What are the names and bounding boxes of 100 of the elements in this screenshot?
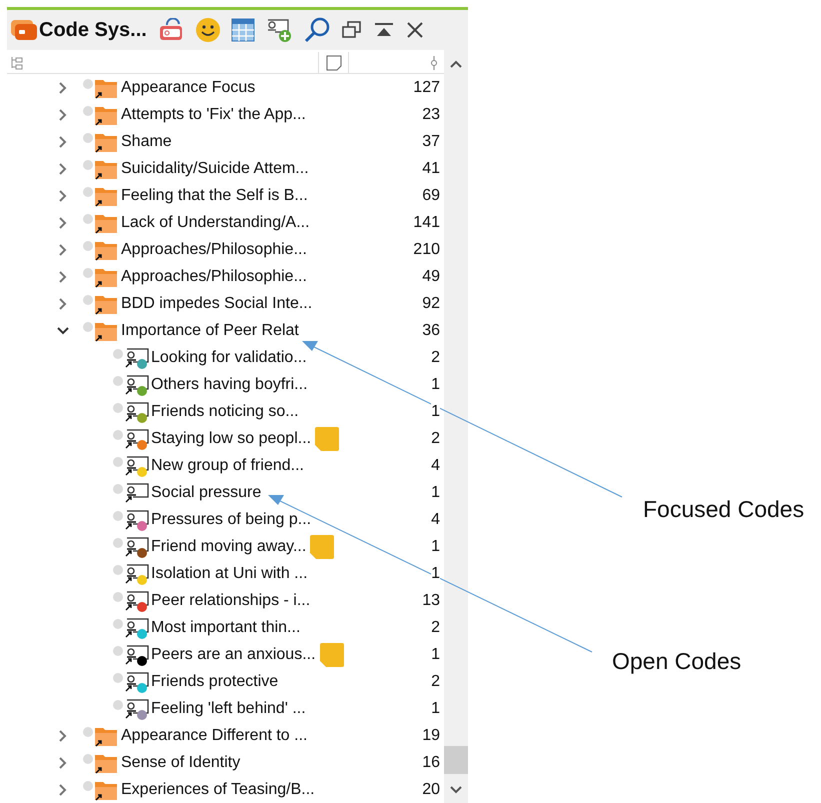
code-row[interactable]: Staying low so peopl... 2 (7, 425, 444, 452)
code-group-row[interactable]: Importance of Peer Relat 36 (7, 317, 444, 344)
code-name: Approaches/Philosophie... (121, 240, 307, 260)
code-count: 49 (422, 266, 440, 286)
code-name: Attempts to 'Fix' the App... (121, 104, 306, 124)
code-name: Peer relationships - i... (151, 590, 310, 610)
chevron-right-icon[interactable] (57, 82, 69, 94)
code-count: 37 (422, 132, 440, 152)
window-restore-icon[interactable] (340, 20, 363, 40)
code-name: Staying low so peopl... (151, 428, 312, 448)
code-group-row[interactable]: Lack of Understanding/A... 141 (7, 209, 444, 236)
code-icon (123, 616, 150, 640)
table-icon[interactable] (230, 18, 255, 42)
code-count: 20 (422, 780, 440, 800)
code-name: Friends noticing so... (151, 402, 299, 422)
code-icon (123, 372, 150, 396)
search-icon[interactable] (302, 16, 331, 44)
code-row[interactable]: New group of friend... 4 (7, 452, 444, 479)
code-count: 210 (413, 240, 440, 260)
code-name: Peers are an anxious... (151, 644, 316, 664)
code-row[interactable]: Isolation at Uni with ... 1 (7, 560, 444, 587)
code-icon (123, 588, 150, 612)
tree-icon[interactable] (11, 56, 23, 70)
scroll-up-icon[interactable] (450, 59, 462, 69)
code-icon (123, 670, 150, 694)
code-name: Friend moving away... (151, 536, 306, 556)
chevron-right-icon[interactable] (57, 244, 69, 256)
chevron-right-icon[interactable] (57, 270, 69, 282)
code-count: 92 (422, 294, 440, 314)
panel-title: Code Sys... (39, 18, 147, 43)
code-icon (123, 534, 150, 558)
code-group-row[interactable]: BDD impedes Social Inte... 92 (7, 290, 444, 317)
code-name: Experiences of Teasing/B... (121, 780, 315, 800)
code-row[interactable]: Friends noticing so... 1 (7, 398, 444, 425)
code-group-row[interactable]: Sense of Identity 16 (7, 749, 444, 776)
code-icon (123, 400, 150, 424)
code-row[interactable]: Feeling 'left behind' ... 1 (7, 695, 444, 722)
code-group-row[interactable]: Experiences of Teasing/B... 20 (7, 776, 444, 803)
code-name: Appearance Focus (121, 78, 256, 98)
code-name: Friends protective (151, 672, 278, 692)
code-group-row[interactable]: Approaches/Philosophie... 49 (7, 263, 444, 290)
code-group-row[interactable]: Suicidality/Suicide Attem... 41 (7, 155, 444, 182)
code-row[interactable]: Peers are an anxious... 1 (7, 641, 444, 668)
code-name: Suicidality/Suicide Attem... (121, 158, 309, 178)
code-group-row[interactable]: Approaches/Philosophie... 210 (7, 236, 444, 263)
chevron-right-icon[interactable] (57, 756, 69, 768)
code-icon (123, 508, 150, 532)
annotation-label: Focused Codes (643, 495, 804, 524)
smiley-icon[interactable] (194, 17, 221, 43)
code-row[interactable]: Friend moving away... 1 (7, 533, 444, 560)
code-name: Looking for validatio... (151, 348, 307, 368)
code-group-row[interactable]: Appearance Different to ... 19 (7, 722, 444, 749)
code-name: Feeling that the Self is B... (121, 186, 308, 206)
scrollbar[interactable] (444, 50, 468, 803)
code-icon (123, 562, 150, 586)
memo-column-icon[interactable] (326, 54, 342, 70)
scroll-down-icon[interactable] (450, 785, 462, 795)
app-logo-icon (11, 20, 37, 40)
close-icon[interactable] (404, 20, 425, 40)
code-name: Pressures of being p... (151, 510, 312, 530)
code-name: BDD impedes Social Inte... (121, 294, 312, 314)
code-name: Importance of Peer Relat (121, 320, 299, 340)
chevron-right-icon[interactable] (57, 108, 69, 120)
code-count: 16 (422, 752, 440, 772)
chevron-right-icon[interactable] (57, 298, 69, 310)
code-row[interactable]: Pressures of being p... 4 (7, 506, 444, 533)
chevron-right-icon[interactable] (57, 216, 69, 228)
code-icon (123, 346, 150, 370)
code-count: 19 (422, 726, 440, 746)
code-name: Lack of Understanding/A... (121, 212, 310, 232)
code-icon (123, 696, 150, 720)
code-row[interactable]: Peer relationships - i... 13 (7, 587, 444, 614)
code-group-row[interactable]: Feeling that the Self is B... 69 (7, 182, 444, 209)
chevron-right-icon[interactable] (57, 136, 69, 148)
chevron-right-icon[interactable] (57, 784, 69, 796)
code-name: Appearance Different to ... (121, 726, 308, 746)
code-name: Shame (121, 132, 172, 152)
annotation-label: Open Codes (612, 647, 742, 676)
code-row[interactable]: Most important thin... 2 (7, 614, 444, 641)
code-count: 141 (413, 212, 440, 232)
segments-icon[interactable] (430, 56, 438, 70)
scrollbar-thumb[interactable] (444, 746, 468, 774)
code-icon (123, 454, 150, 478)
code-group-row[interactable]: Appearance Focus 127 (7, 74, 444, 101)
code-name: Others having boyfri... (151, 374, 308, 394)
code-name: New group of friend... (151, 456, 304, 476)
code-row[interactable]: Friends protective 2 (7, 668, 444, 695)
code-row[interactable]: Looking for validatio... 2 (7, 344, 444, 371)
code-icon (123, 480, 150, 504)
chevron-right-icon[interactable] (57, 730, 69, 742)
code-row[interactable]: Others having boyfri... 1 (7, 371, 444, 398)
code-name: Feeling 'left behind' ... (151, 698, 306, 718)
code-group-row[interactable]: Shame 37 (7, 128, 444, 155)
code-count: 127 (413, 78, 440, 98)
code-count: 23 (422, 104, 440, 124)
code-icon (123, 642, 150, 666)
code-group-row[interactable]: Attempts to 'Fix' the App... 23 (7, 101, 444, 128)
chevron-down-icon[interactable] (57, 324, 69, 336)
chevron-right-icon[interactable] (57, 190, 69, 202)
chevron-right-icon[interactable] (57, 162, 69, 174)
